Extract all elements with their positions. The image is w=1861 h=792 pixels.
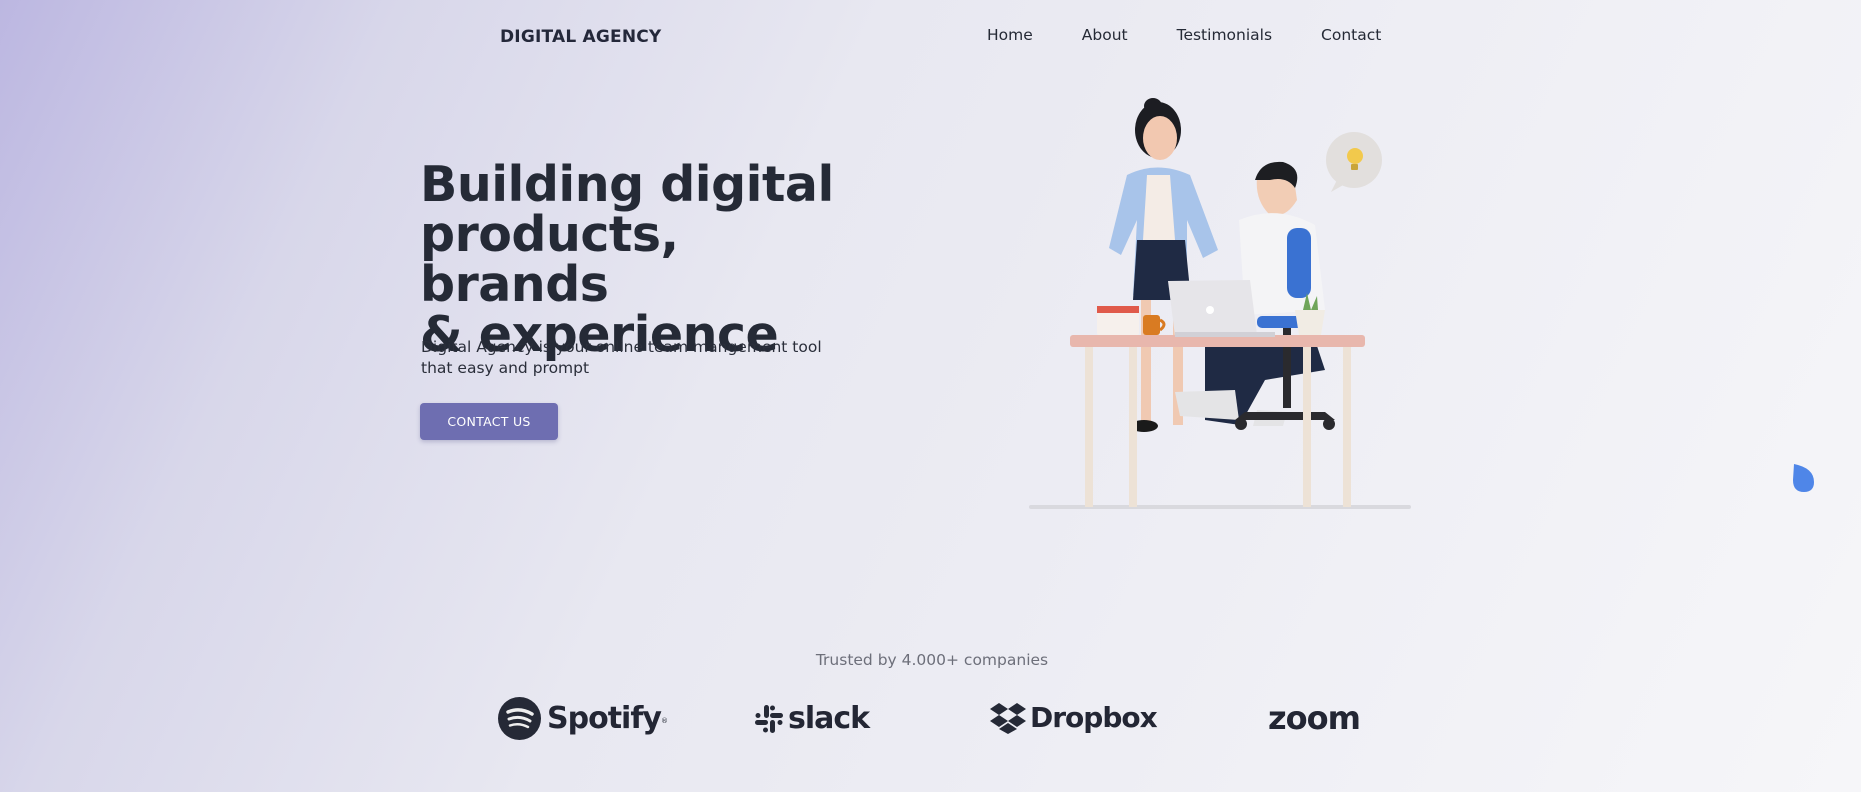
hero-title: Building digital products, brands & expe… bbox=[420, 160, 850, 360]
partner-logos: Spotify ® slack Dropbox zoom bbox=[0, 697, 1861, 747]
dropbox-logo[interactable]: Dropbox bbox=[990, 701, 1158, 734]
main-nav: Home About Testimonials Contact bbox=[987, 26, 1430, 44]
calendar-icon bbox=[1097, 306, 1139, 335]
dropbox-wordmark: Dropbox bbox=[1030, 701, 1158, 734]
hero-subtitle: Digital Agency is your online team mange… bbox=[421, 338, 822, 377]
spotify-wordmark: Spotify bbox=[547, 701, 662, 736]
trusted-by-text: Trusted by 4.000+ companies bbox=[815, 651, 1049, 669]
registered-mark: ® bbox=[660, 716, 668, 725]
hero-illustration bbox=[1029, 98, 1411, 509]
zoom-wordmark: zoom bbox=[1268, 699, 1361, 737]
spotify-icon bbox=[498, 697, 541, 740]
slack-logo[interactable]: slack bbox=[754, 701, 870, 736]
dropbox-icon bbox=[990, 702, 1026, 734]
contact-us-button[interactable]: CONTACT US bbox=[420, 403, 558, 440]
lightbulb-bubble-icon bbox=[1326, 132, 1382, 192]
mug-icon bbox=[1143, 315, 1166, 335]
droplet-icon bbox=[1793, 464, 1814, 492]
landing-page: DIGITAL AGENCY Home About Testimonials C… bbox=[0, 0, 1861, 792]
hero-title-line-1: Building digital bbox=[420, 156, 834, 213]
nav-about[interactable]: About bbox=[1082, 26, 1128, 44]
slack-wordmark: slack bbox=[788, 701, 870, 736]
zoom-logo[interactable]: zoom bbox=[1268, 699, 1361, 737]
spotify-logo[interactable]: Spotify ® bbox=[498, 697, 668, 740]
nav-contact[interactable]: Contact bbox=[1321, 26, 1381, 44]
hero-title-line-2: products, brands bbox=[420, 206, 679, 313]
slack-icon bbox=[755, 704, 783, 733]
nav-home[interactable]: Home bbox=[987, 26, 1033, 44]
nav-testimonials[interactable]: Testimonials bbox=[1177, 26, 1272, 44]
brand-logo[interactable]: DIGITAL AGENCY bbox=[500, 27, 661, 47]
woman-figure bbox=[1109, 98, 1218, 432]
